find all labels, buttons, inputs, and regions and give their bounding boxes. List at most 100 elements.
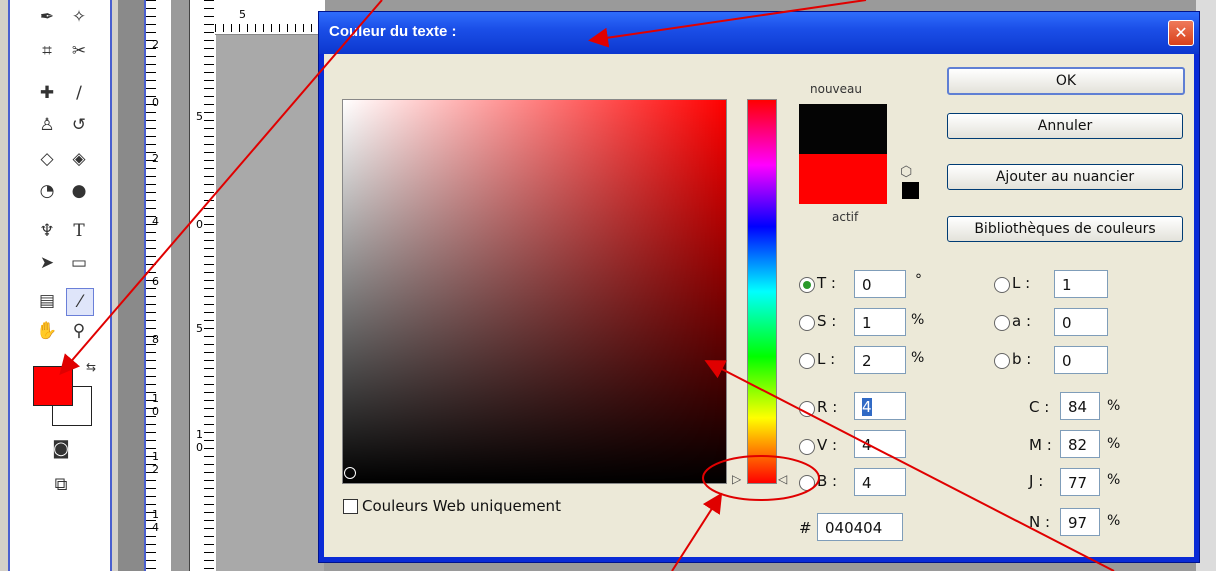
add-to-swatches-button[interactable]: Ajouter au nuancier bbox=[947, 164, 1183, 190]
cyan-unit: % bbox=[1107, 398, 1121, 414]
hue-slider-left-arrow-icon[interactable]: ▷ bbox=[732, 472, 741, 486]
lab-l-radio[interactable] bbox=[994, 277, 1010, 293]
ruler-label: 1 4 bbox=[152, 508, 159, 534]
ruler-label: 8 bbox=[152, 333, 159, 346]
red-field[interactable]: 4 bbox=[854, 392, 906, 420]
current-color-label: actif bbox=[832, 210, 859, 224]
lab-l-field[interactable]: 1 bbox=[1054, 270, 1108, 298]
black-field[interactable]: 97 bbox=[1060, 508, 1100, 536]
lab-a-field[interactable]: 0 bbox=[1054, 308, 1108, 336]
web-colors-only-checkbox[interactable] bbox=[343, 499, 358, 514]
brush-icon[interactable]: ∕ bbox=[66, 80, 92, 106]
type-icon[interactable]: T bbox=[66, 218, 92, 244]
cancel-button[interactable]: Annuler bbox=[947, 113, 1183, 139]
pen-tool-icon[interactable]: ♆ bbox=[34, 218, 60, 244]
ruler-label: 1 0 bbox=[196, 428, 203, 454]
ruler-label: 1 0 bbox=[152, 392, 159, 418]
swap-colors-icon[interactable]: ⇆ bbox=[78, 354, 104, 380]
slice-icon[interactable]: ✂ bbox=[66, 38, 92, 64]
hand-icon[interactable]: ✋ bbox=[34, 318, 60, 344]
hue-field[interactable]: 0 bbox=[854, 270, 906, 298]
hue-slider-right-arrow-icon[interactable]: ◁ bbox=[778, 472, 787, 486]
red-label: R : bbox=[817, 398, 838, 416]
yellow-label: J : bbox=[1029, 472, 1044, 490]
paint-bucket-icon[interactable]: ◈ bbox=[66, 146, 92, 172]
magenta-field[interactable]: 82 bbox=[1060, 430, 1100, 458]
brightness-unit: % bbox=[911, 350, 925, 366]
new-color-swatch bbox=[799, 104, 887, 154]
healing-brush-icon[interactable]: ✚ bbox=[34, 80, 60, 106]
hex-field[interactable]: 040404 bbox=[817, 513, 903, 541]
color-picker-dialog: Couleur du texte : ✕ ▷ ◁ Couleurs Web un… bbox=[318, 11, 1200, 563]
color-libraries-button[interactable]: Bibliothèques de couleurs bbox=[947, 216, 1183, 242]
selection-arrow-icon[interactable]: ➤ bbox=[34, 250, 60, 276]
cyan-field[interactable]: 84 bbox=[1060, 392, 1100, 420]
dialog-titlebar[interactable]: Couleur du texte : ✕ bbox=[319, 12, 1199, 54]
history-brush-icon[interactable]: ↺ bbox=[66, 112, 92, 138]
horizontal-ruler: 5 bbox=[215, 0, 325, 35]
saturation-brightness-field[interactable] bbox=[342, 99, 727, 484]
lab-a-radio[interactable] bbox=[994, 315, 1010, 331]
ok-button[interactable]: OK bbox=[947, 67, 1185, 95]
out-of-gamut-cube-icon[interactable]: ⬡ bbox=[900, 164, 912, 180]
workspace-gap bbox=[118, 0, 144, 571]
saturation-radio[interactable] bbox=[799, 315, 815, 331]
new-color-label: nouveau bbox=[810, 82, 862, 96]
magenta-unit: % bbox=[1107, 436, 1121, 452]
blur-icon[interactable]: ◔ bbox=[34, 178, 60, 204]
lab-b-field[interactable]: 0 bbox=[1054, 346, 1108, 374]
screen-mode-icon[interactable]: ⧉ bbox=[48, 472, 74, 498]
hex-label: # bbox=[799, 519, 812, 537]
document-canvas-area bbox=[216, 35, 324, 571]
ruler-label: 0 bbox=[196, 218, 203, 231]
lab-b-radio[interactable] bbox=[994, 353, 1010, 369]
ruler-label: 0 bbox=[152, 96, 159, 109]
foreground-color-swatch[interactable] bbox=[33, 366, 73, 406]
ruler-label: 5 bbox=[239, 8, 246, 21]
crop-icon[interactable]: ⌗ bbox=[34, 38, 60, 64]
hue-label: T : bbox=[817, 274, 836, 292]
green-label: V : bbox=[817, 436, 838, 454]
color-field-cursor[interactable] bbox=[344, 467, 356, 479]
saturation-field[interactable]: 1 bbox=[854, 308, 906, 336]
ruler-label: 2 bbox=[152, 38, 159, 51]
stamp-icon[interactable]: ♙ bbox=[34, 112, 60, 138]
green-radio[interactable] bbox=[799, 439, 815, 455]
burn-icon[interactable]: ● bbox=[66, 178, 92, 204]
hue-radio[interactable] bbox=[799, 277, 815, 293]
web-safe-color-swatch[interactable] bbox=[902, 182, 919, 199]
web-colors-only-label: Couleurs Web uniquement bbox=[362, 497, 561, 515]
hue-slider[interactable] bbox=[747, 99, 777, 484]
ruler-label: 2 bbox=[152, 152, 159, 165]
green-field[interactable]: 4 bbox=[854, 430, 906, 458]
pen-icon[interactable]: ✒ bbox=[34, 4, 60, 30]
brightness-label: L : bbox=[817, 350, 836, 368]
hue-unit: ° bbox=[915, 272, 922, 288]
brightness-field[interactable]: 2 bbox=[854, 346, 906, 374]
blue-label: B : bbox=[817, 472, 838, 490]
red-field-value: 4 bbox=[862, 398, 872, 416]
zoom-icon[interactable]: ⚲ bbox=[66, 318, 92, 344]
notes-icon[interactable]: ▤ bbox=[34, 288, 60, 314]
rectangle-icon[interactable]: ▭ bbox=[66, 250, 92, 276]
blue-field[interactable]: 4 bbox=[854, 468, 906, 496]
blue-radio[interactable] bbox=[799, 475, 815, 491]
saturation-label: S : bbox=[817, 312, 837, 330]
lab-a-label: a : bbox=[1012, 312, 1032, 330]
eraser-icon[interactable]: ◇ bbox=[34, 146, 60, 172]
close-icon[interactable]: ✕ bbox=[1168, 20, 1194, 46]
quick-mask-icon[interactable]: ◙ bbox=[48, 436, 74, 462]
ruler-label: 5 bbox=[196, 110, 203, 123]
yellow-field[interactable]: 77 bbox=[1060, 468, 1100, 496]
dialog-title: Couleur du texte : bbox=[329, 23, 457, 40]
magic-wand-icon[interactable]: ✧ bbox=[66, 4, 92, 30]
yellow-unit: % bbox=[1107, 472, 1121, 488]
black-unit: % bbox=[1107, 513, 1121, 529]
red-radio[interactable] bbox=[799, 401, 815, 417]
vertical-ruler-1: 2 0 2 4 6 8 1 0 1 2 1 4 bbox=[144, 0, 173, 571]
ruler-label: 1 2 bbox=[152, 450, 159, 476]
brightness-radio[interactable] bbox=[799, 353, 815, 369]
current-color-swatch[interactable] bbox=[799, 154, 887, 204]
eyedropper-icon[interactable]: ⁄ bbox=[66, 288, 94, 316]
ruler-label: 5 bbox=[196, 322, 203, 335]
